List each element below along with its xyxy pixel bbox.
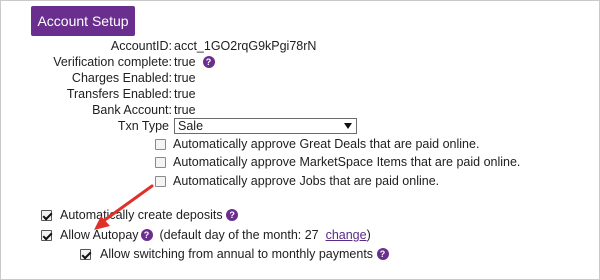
help-icon[interactable]: ?	[226, 209, 239, 221]
autopay-default-day-note: (default day of the month: 27	[159, 228, 319, 242]
jobs-label: Automatically approve Jobs that are paid…	[173, 174, 440, 188]
marketspace-label: Automatically approve MarketSpace Items …	[173, 155, 521, 169]
account-id-value: acct_1GO2rqG9kPgi78rN	[174, 39, 317, 53]
bank-label: Bank Account:	[92, 103, 172, 117]
help-icon[interactable]: ?	[202, 56, 215, 68]
great-deals-label: Automatically approve Great Deals that a…	[173, 137, 480, 151]
create-deposits-label: Automatically create deposits	[60, 208, 223, 222]
jobs-checkbox[interactable]	[155, 176, 166, 187]
chevron-down-icon	[344, 123, 352, 129]
bank-value: true	[174, 103, 196, 117]
verification-value: true ?	[174, 54, 215, 70]
great-deals-checkbox[interactable]	[155, 139, 166, 150]
charges-value: true	[174, 71, 196, 85]
help-icon[interactable]: ?	[376, 248, 389, 260]
verification-label: Verification complete:	[53, 55, 172, 69]
account-id-label: AccountID:	[110, 39, 172, 53]
txn-type-label: Txn Type	[117, 119, 169, 133]
help-icon[interactable]: ?	[140, 229, 153, 241]
create-deposits-checkbox[interactable]	[41, 210, 52, 221]
change-day-link[interactable]: change	[326, 228, 367, 242]
autopay-note-close: )	[366, 228, 371, 242]
create-deposits-row: Automatically create deposits ?	[60, 208, 239, 222]
txn-type-select[interactable]: Sale	[174, 118, 357, 134]
txn-type-selected-value: Sale	[178, 119, 204, 133]
allow-switching-row: Allow switching from annual to monthly p…	[100, 247, 389, 261]
transfers-value: true	[174, 87, 196, 101]
allow-switching-checkbox[interactable]	[80, 249, 91, 260]
marketspace-checkbox[interactable]	[155, 157, 166, 168]
account-setup-button[interactable]: Account Setup	[31, 6, 135, 36]
allow-switching-label: Allow switching from annual to monthly p…	[100, 247, 374, 261]
allow-autopay-checkbox[interactable]	[41, 230, 52, 241]
transfers-label: Transfers Enabled:	[66, 87, 172, 101]
allow-autopay-label: Allow Autopay	[60, 228, 139, 242]
charges-label: Charges Enabled:	[71, 71, 172, 85]
allow-autopay-row: Allow Autopay? (default day of the month…	[60, 228, 371, 242]
